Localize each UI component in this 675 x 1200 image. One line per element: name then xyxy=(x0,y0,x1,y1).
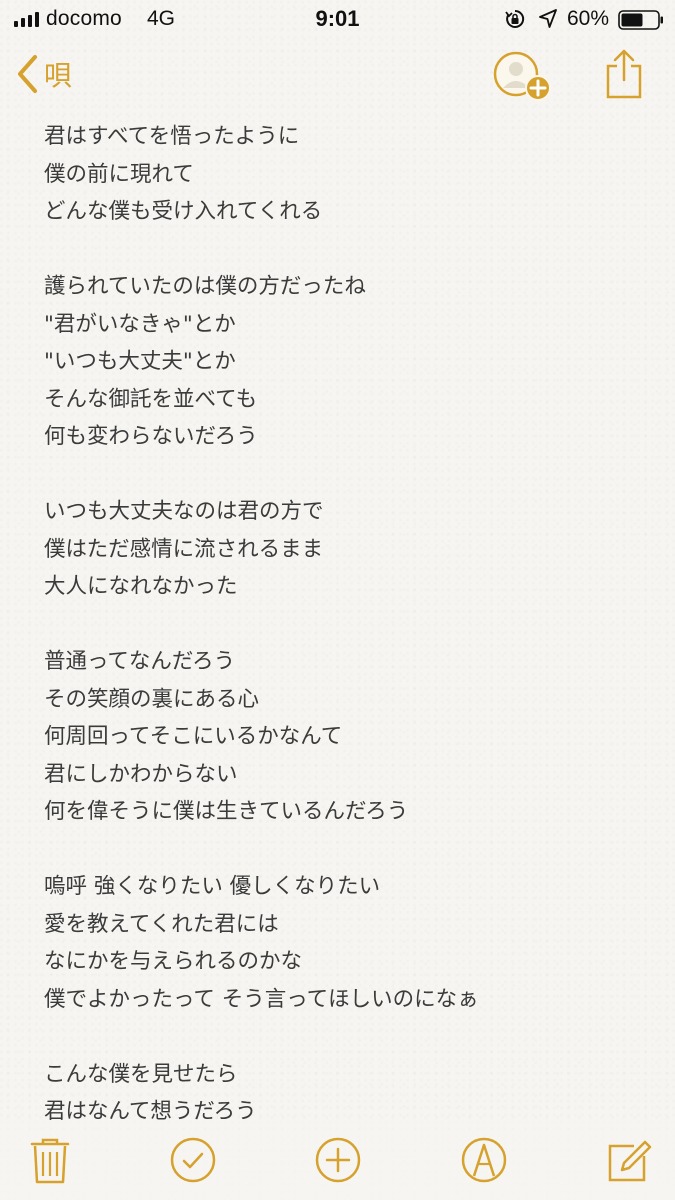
status-bar: docomo 4G 9:01 60% xyxy=(0,0,675,38)
note-line: 何を偉そうに僕は生きているんだろう xyxy=(44,799,409,824)
note-line: 何も変わらないだろう xyxy=(44,424,258,449)
add-circle-icon[interactable] xyxy=(314,1136,362,1184)
battery-icon xyxy=(618,10,663,30)
note-line: 何周回ってそこにいるかなんて xyxy=(44,724,343,749)
back-button[interactable]: 唄 xyxy=(16,52,72,96)
note-line: いつも大丈夫なのは君の方で xyxy=(44,499,324,524)
compose-icon[interactable] xyxy=(604,1136,652,1184)
rotation-lock-icon xyxy=(505,9,525,28)
note-line: なにかを与えられるのかな xyxy=(44,949,303,974)
bottom-toolbar xyxy=(0,1120,675,1200)
location-arrow-icon xyxy=(539,9,557,28)
chevron-left-icon xyxy=(18,55,37,93)
note-line: 護られていたのは僕の方だったね xyxy=(44,274,366,299)
checklist-icon[interactable] xyxy=(169,1136,217,1184)
note-line: 僕でよかったって そう言ってほしいのになぁ xyxy=(44,986,479,1012)
note-line: "いつも大丈夫"とか xyxy=(44,349,236,374)
navigation-bar: 唄 xyxy=(0,44,675,108)
note-line: 嗚呼 強くなりたい 優しくなりたい xyxy=(44,874,381,899)
battery-percentage: 60% xyxy=(567,7,610,30)
note-line: その笑顔の裏にある心 xyxy=(44,686,260,712)
markup-icon[interactable] xyxy=(460,1136,508,1184)
note-line: 大人になれなかった xyxy=(44,574,238,599)
share-icon[interactable] xyxy=(604,48,644,100)
add-people-icon[interactable] xyxy=(492,50,554,104)
note-text-area[interactable]: 君はすべてを悟ったように 僕の前に現れてどんな僕も受け入れてくれる護られていたのは… xyxy=(44,118,644,1131)
back-label: 唄 xyxy=(44,59,73,92)
trash-icon[interactable] xyxy=(26,1136,74,1184)
note-line: 僕の前に現れて xyxy=(44,161,194,187)
note-line: "君がいなきゃ"とか xyxy=(44,311,236,337)
note-line: そんな御託を並べても xyxy=(44,386,258,412)
note-line: 君はすべてを悟ったように xyxy=(44,124,300,149)
note-line: 普通ってなんだろう xyxy=(44,649,236,674)
note-line: どんな僕も受け入れてくれる xyxy=(44,199,323,224)
note-line: 愛を教えてくれた君には xyxy=(44,911,279,937)
note-line: 君にしかわからない xyxy=(44,761,238,787)
note-line: こんな僕を見せたら xyxy=(44,1061,238,1087)
note-line: 僕はただ感情に流されるまま xyxy=(44,536,324,562)
